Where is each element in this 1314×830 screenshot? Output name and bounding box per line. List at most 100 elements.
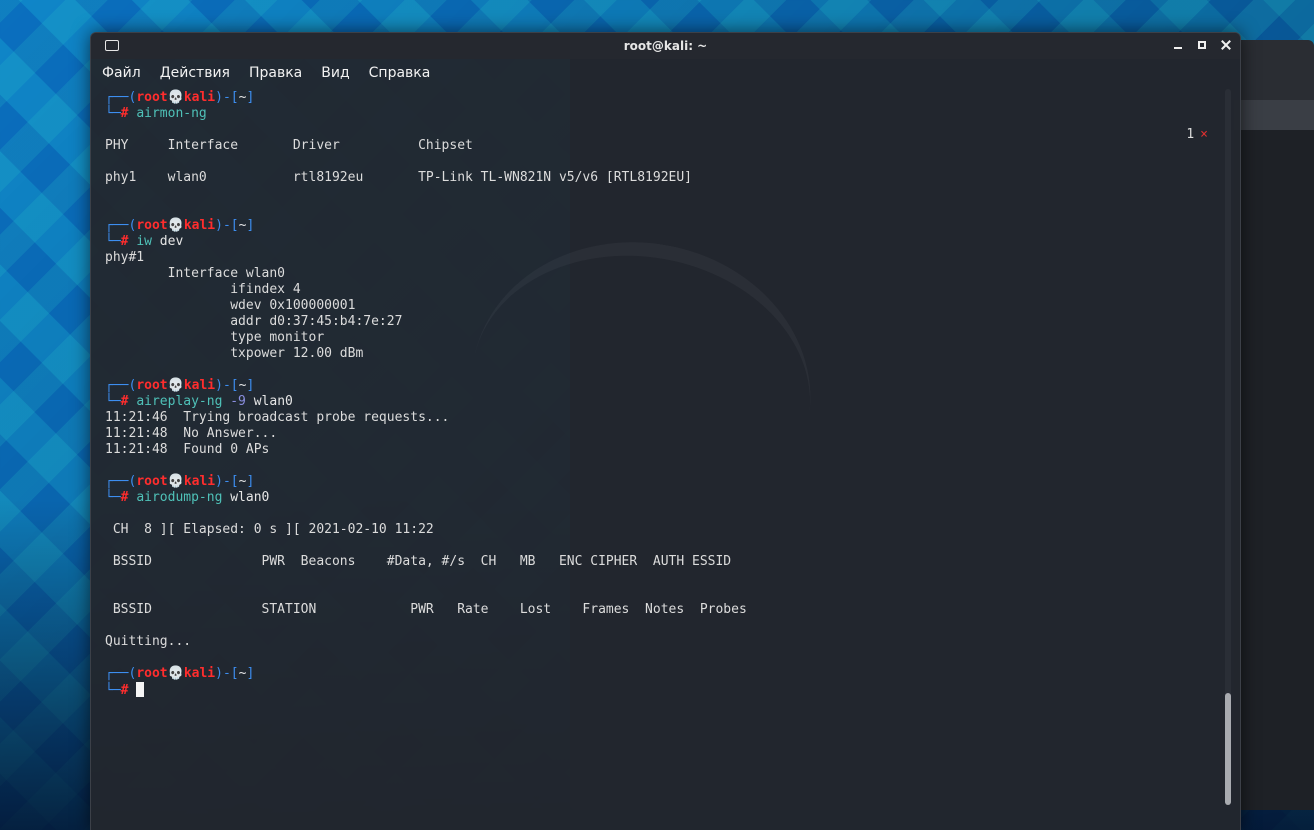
skull-icon: 💀 xyxy=(167,666,184,681)
scrollbar-thumb[interactable] xyxy=(1225,693,1231,805)
command-line: └─# xyxy=(105,682,1240,698)
command-name: aireplay-ng xyxy=(136,394,223,409)
output-line: 11:21:48 No Answer... xyxy=(105,426,278,441)
background-window-panel xyxy=(1234,130,1314,810)
output-line: ifindex 4 xyxy=(105,282,301,297)
scrollbar[interactable] xyxy=(1225,89,1231,805)
prompt-user: root xyxy=(136,90,168,105)
command-name: airodump-ng xyxy=(136,490,223,505)
output-line: 11:21:48 Found 0 APs xyxy=(105,442,270,457)
prompt-bracket: )-[ xyxy=(215,474,239,489)
prompt-line: ┌──(root💀kali)-[~] xyxy=(105,378,1240,394)
prompt-user: root xyxy=(136,666,168,681)
prompt-host: kali xyxy=(183,378,216,393)
menu-actions[interactable]: Действия xyxy=(160,65,230,81)
prompt-corner: └─ xyxy=(105,234,121,249)
command-name: iw xyxy=(136,234,152,249)
prompt-bracket: ] xyxy=(246,90,255,105)
output-line: type monitor xyxy=(105,330,325,345)
prompt-host: kali xyxy=(183,666,216,681)
prompt-bracket: ] xyxy=(246,378,255,393)
command-line: └─# aireplay-ng -9 wlan0 xyxy=(105,394,1240,410)
prompt-bracket: ┌──( xyxy=(105,218,137,233)
skull-icon: 💀 xyxy=(167,474,184,489)
skull-icon: 💀 xyxy=(167,90,184,105)
prompt-line: ┌──(root💀kali)-[~] xyxy=(105,218,1240,234)
output-line: CH 8 ][ Elapsed: 0 s ][ 2021-02-10 11:22 xyxy=(105,522,434,537)
command-line: └─# airmon-ng xyxy=(105,106,1240,122)
output-line: phy1 wlan0 rtl8192eu TP-Link TL-WN821N v… xyxy=(105,170,692,185)
prompt-bracket: )-[ xyxy=(215,90,239,105)
prompt-line: ┌──(root💀kali)-[~] xyxy=(105,666,1240,682)
command-args: wlan0 xyxy=(222,490,270,505)
command-option: -9 xyxy=(222,394,246,409)
window-title: root@kali: ~ xyxy=(623,39,708,53)
prompt-bracket: )-[ xyxy=(215,218,239,233)
prompt-host: kali xyxy=(183,474,216,489)
prompt-bracket: ┌──( xyxy=(105,474,137,489)
background-window-strip xyxy=(1234,100,1314,130)
title-bar[interactable]: root@kali: ~ xyxy=(91,33,1240,59)
output-line: wdev 0x100000001 xyxy=(105,298,356,313)
close-icon[interactable] xyxy=(1220,37,1232,53)
prompt-line: ┌──(root💀kali)-[~] xyxy=(105,90,1240,106)
prompt-user: root xyxy=(136,378,168,393)
prompt-corner: └─ xyxy=(105,683,121,698)
menu-edit[interactable]: Правка xyxy=(249,65,302,81)
command-args: dev xyxy=(151,234,184,249)
menu-file[interactable]: Файл xyxy=(102,65,141,81)
prompt-bracket: )-[ xyxy=(215,666,239,681)
terminal-window[interactable]: root@kali: ~ Файл Действия Правка Вид Сп… xyxy=(90,32,1241,830)
prompt-user: root xyxy=(136,474,168,489)
prompt-host: kali xyxy=(183,218,216,233)
command-args: wlan0 xyxy=(245,394,293,409)
prompt-bracket: ┌──( xyxy=(105,378,137,393)
prompt-line: ┌──(root💀kali)-[~] xyxy=(105,474,1240,490)
prompt-user: root xyxy=(136,218,168,233)
output-line: PHY Interface Driver Chipset xyxy=(105,138,473,153)
skull-icon: 💀 xyxy=(167,218,184,233)
command-line: └─# airodump-ng wlan0 xyxy=(105,490,1240,506)
output-line: phy#1 xyxy=(105,250,145,265)
terminal-output[interactable]: ┌──(root💀kali)-[~] └─# airmon-ng PHY Inter… xyxy=(91,87,1240,698)
output-line: 11:21:46 Trying broadcast probe requests… xyxy=(105,410,450,425)
command-name: airmon-ng xyxy=(136,106,207,121)
prompt-host: kali xyxy=(183,90,216,105)
text-cursor xyxy=(136,682,145,697)
prompt-bracket: ┌──( xyxy=(105,666,137,681)
prompt-corner: └─ xyxy=(105,394,121,409)
prompt-bracket: ┌──( xyxy=(105,90,137,105)
output-line: BSSID STATION PWR Rate Lost Frames Notes… xyxy=(105,602,747,617)
output-line: addr d0:37:45:b4:7e:27 xyxy=(105,314,403,329)
skull-icon: 💀 xyxy=(167,378,184,393)
output-line: BSSID PWR Beacons #Data, #/s CH MB ENC C… xyxy=(105,554,732,569)
prompt-corner: └─ xyxy=(105,106,121,121)
prompt-bracket: ] xyxy=(246,218,255,233)
maximize-icon[interactable] xyxy=(1196,37,1208,53)
menu-bar: Файл Действия Правка Вид Справка xyxy=(91,59,1240,87)
command-line: └─# iw dev xyxy=(105,234,1240,250)
prompt-bracket: ] xyxy=(246,666,255,681)
minimize-icon[interactable] xyxy=(1172,37,1184,53)
menu-view[interactable]: Вид xyxy=(321,65,349,81)
output-line: txpower 12.00 dBm xyxy=(105,346,364,361)
window-controls xyxy=(1172,37,1232,53)
menu-help[interactable]: Справка xyxy=(369,65,431,81)
output-line: Interface wlan0 xyxy=(105,266,286,281)
output-line: Quitting... xyxy=(105,634,192,649)
prompt-bracket: ] xyxy=(246,474,255,489)
prompt-bracket: )-[ xyxy=(215,378,239,393)
